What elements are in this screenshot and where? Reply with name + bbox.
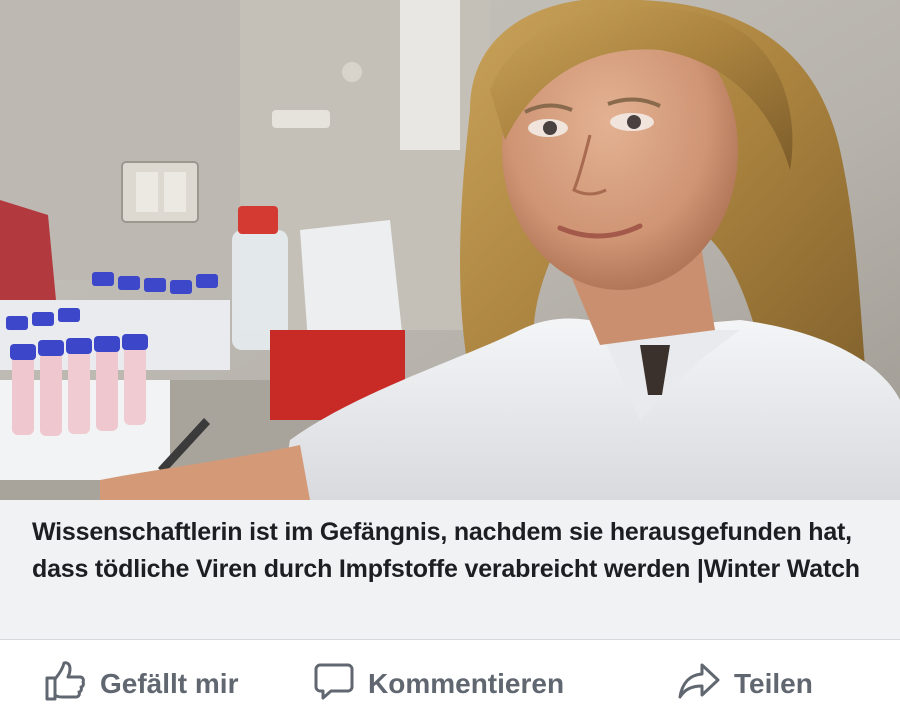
speech-bubble-icon [314,662,354,705]
post-photo[interactable] [0,0,900,500]
share-label: Teilen [734,667,813,699]
share-arrow-icon [678,662,720,705]
facebook-link-post: Wissenschaftlerin ist im Gefängnis, nach… [0,0,900,727]
like-label: Gefällt mir [100,667,239,699]
scientist-lab-photo [0,0,900,500]
comment-button[interactable]: Kommentieren [314,640,564,727]
link-title[interactable]: Wissenschaftlerin ist im Gefängnis, nach… [32,514,870,588]
share-button[interactable]: Teilen [678,640,813,727]
post-action-bar: Gefällt mir Kommentieren Teilen [0,640,900,727]
link-preview-caption[interactable]: Wissenschaftlerin ist im Gefängnis, nach… [0,500,900,640]
thumbs-up-icon [44,661,86,706]
like-button[interactable]: Gefällt mir [44,640,238,727]
comment-label: Kommentieren [368,667,565,699]
